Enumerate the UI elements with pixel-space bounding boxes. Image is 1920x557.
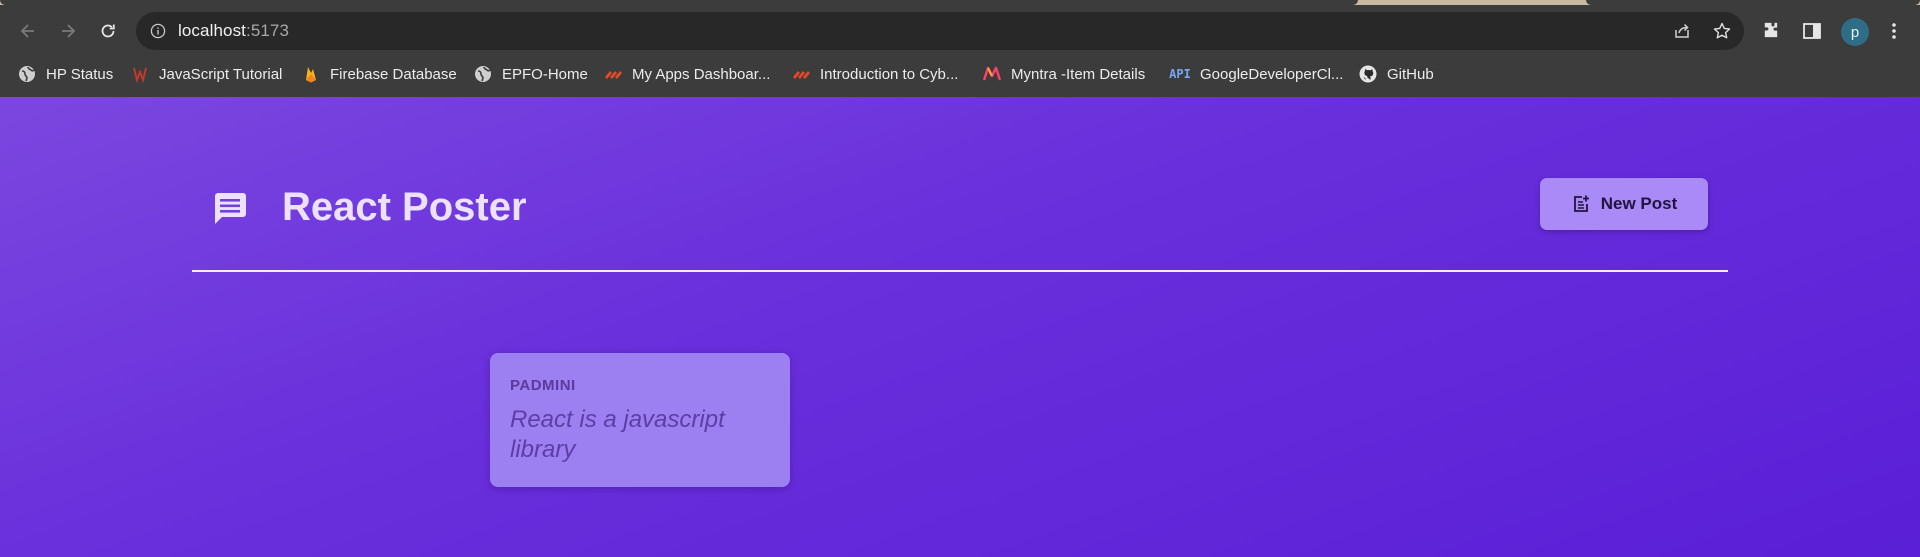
globe-icon bbox=[18, 65, 36, 83]
post-card[interactable]: PADMINI React is a javascript library bbox=[490, 353, 790, 487]
arrow-right-icon bbox=[62, 24, 76, 38]
firebase-icon bbox=[302, 65, 320, 83]
bookmarks-bar: HP Status JavaScript Tutorial Firebase D… bbox=[0, 57, 1920, 97]
reload-button[interactable] bbox=[92, 15, 124, 47]
bookmark-my-apps-dashboard[interactable]: My Apps Dashboar... bbox=[604, 57, 770, 91]
myntra-icon bbox=[983, 65, 1001, 83]
header-divider bbox=[192, 270, 1728, 272]
bookmark-firebase-database[interactable]: Firebase Database bbox=[302, 57, 457, 91]
post-add-icon bbox=[1573, 195, 1589, 212]
reload-icon bbox=[101, 24, 115, 38]
bookmark-label: JavaScript Tutorial bbox=[159, 65, 283, 83]
post-body: React is a javascript library bbox=[510, 406, 725, 463]
new-post-button[interactable]: New Post bbox=[1540, 178, 1708, 230]
share-icon[interactable] bbox=[1672, 21, 1692, 41]
bookmark-github[interactable]: GitHub bbox=[1359, 57, 1434, 91]
more-menu-icon[interactable] bbox=[1883, 20, 1905, 42]
bookmark-label: Myntra -Item Details bbox=[1011, 65, 1146, 83]
bookmark-label: GitHub bbox=[1387, 65, 1434, 83]
bookmark-label: GoogleDeveloperCl... bbox=[1200, 65, 1344, 83]
forward-button[interactable] bbox=[52, 15, 84, 47]
bookmark-introduction-to-cyb[interactable]: Introduction to Cyb... bbox=[792, 57, 958, 91]
bookmark-epfo-home[interactable]: EPFO-Home bbox=[474, 57, 588, 91]
bookmark-myntra-item-details[interactable]: Myntra -Item Details bbox=[983, 57, 1145, 91]
url-text: localhost:5173 bbox=[178, 12, 289, 50]
bookmark-label: HP Status bbox=[46, 65, 114, 83]
bookmark-label: EPFO-Home bbox=[502, 65, 588, 83]
profile-avatar[interactable]: p bbox=[1841, 18, 1869, 46]
bookmark-label: Introduction to Cyb... bbox=[820, 65, 959, 83]
url-port: :5173 bbox=[246, 21, 290, 40]
api-icon: API bbox=[1169, 67, 1191, 81]
app-page: React Poster New Post PADMINI React is a… bbox=[0, 97, 1920, 557]
post-author: PADMINI bbox=[510, 377, 576, 394]
apps-icon bbox=[792, 65, 810, 83]
message-icon bbox=[215, 192, 246, 224]
github-icon bbox=[1359, 65, 1377, 83]
app-header-brand: React Poster bbox=[212, 185, 527, 230]
apps-icon bbox=[604, 65, 622, 83]
bookmark-google-developer[interactable]: API GoogleDeveloperCl... bbox=[1169, 57, 1344, 91]
arrow-left-icon bbox=[20, 24, 34, 38]
bookmark-javascript-tutorial[interactable]: JavaScript Tutorial bbox=[131, 57, 282, 91]
bookmark-label: My Apps Dashboar... bbox=[632, 65, 771, 83]
bookmark-label: Firebase Database bbox=[330, 65, 457, 83]
address-bar[interactable]: localhost:5173 bbox=[136, 12, 1744, 50]
back-button[interactable] bbox=[12, 15, 44, 47]
star-icon[interactable] bbox=[1712, 21, 1732, 41]
side-panel-icon[interactable] bbox=[1801, 20, 1823, 42]
bookmark-hp-status[interactable]: HP Status bbox=[18, 57, 113, 91]
url-host: localhost bbox=[178, 21, 246, 40]
info-icon[interactable] bbox=[150, 23, 166, 39]
globe-icon bbox=[474, 65, 492, 83]
new-post-label: New Post bbox=[1600, 194, 1678, 213]
browser-chrome: localhost:5173 p HP Status JavaScript Tu… bbox=[0, 0, 1920, 97]
extensions-icon[interactable] bbox=[1761, 20, 1783, 42]
page-title: React Poster bbox=[282, 185, 527, 229]
browser-toolbar: localhost:5173 p bbox=[0, 5, 1920, 57]
w3-icon bbox=[131, 65, 149, 83]
